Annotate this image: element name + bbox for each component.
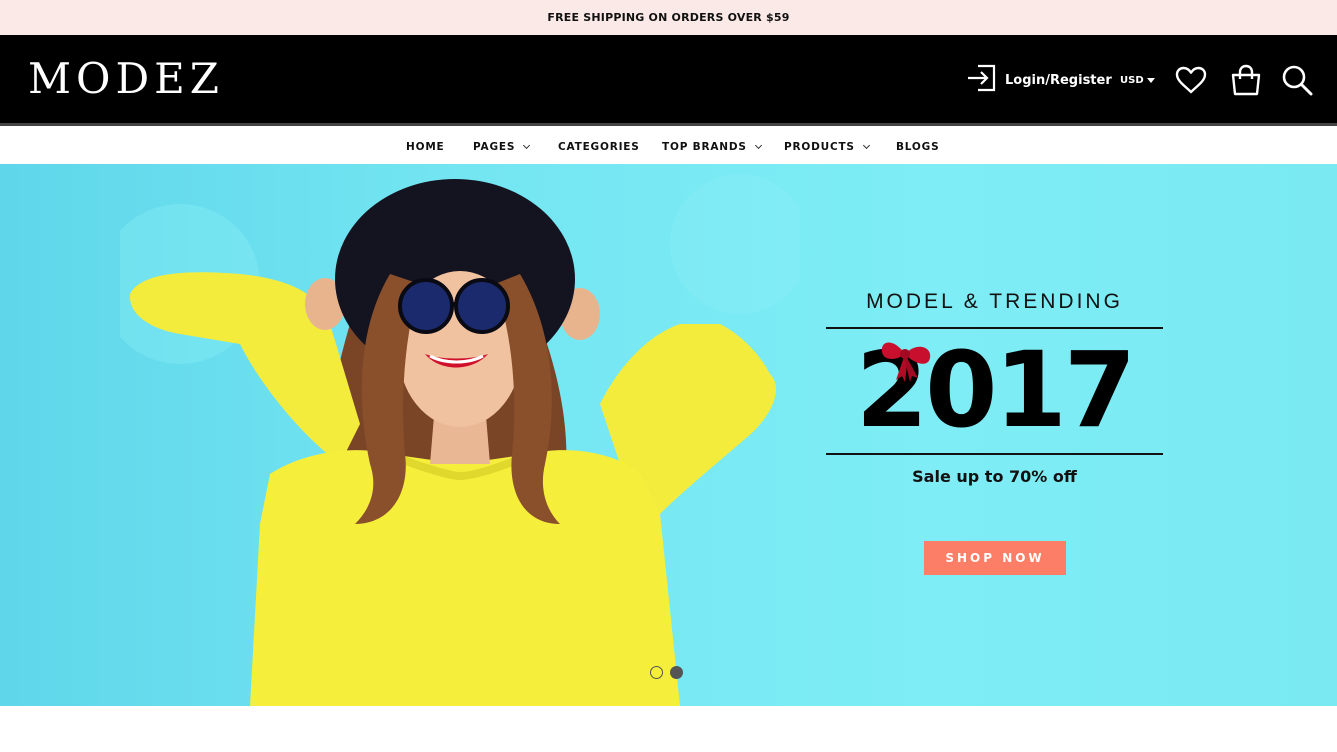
main-nav: HOME PAGES CATEGORIES TOP BRANDS PRODUCT… [0, 123, 1337, 164]
login-register-link[interactable]: Login/Register [966, 63, 1112, 98]
promo-bar: FREE SHIPPING ON ORDERS OVER $59 [0, 0, 1337, 35]
currency-selector[interactable]: USD [1120, 71, 1155, 89]
hero-sale-text: Sale up to 70% off [912, 467, 1077, 486]
login-icon [966, 63, 998, 98]
nav-label: HOME [406, 141, 445, 153]
nav-item-products[interactable]: PRODUCTS [784, 139, 870, 155]
site-header: MODEZ Login/Register USD [0, 35, 1337, 123]
heart-icon[interactable] [1174, 65, 1207, 95]
hero-divider-bottom [826, 453, 1163, 455]
shop-now-label: SHOP NOW [945, 551, 1045, 565]
promo-text: FREE SHIPPING ON ORDERS OVER $59 [547, 11, 790, 24]
nav-item-categories[interactable]: CATEGORIES [558, 139, 640, 155]
shop-now-button[interactable]: SHOP NOW [924, 541, 1066, 575]
chevron-down-icon [862, 141, 870, 149]
nav-label: CATEGORIES [558, 141, 640, 153]
nav-item-pages[interactable]: PAGES [473, 139, 531, 155]
chevron-down-icon [754, 141, 762, 149]
chevron-down-icon [523, 141, 531, 149]
slider-dot-1[interactable] [650, 666, 663, 679]
nav-label: TOP BRANDS [662, 141, 747, 153]
caret-down-icon [1146, 77, 1155, 83]
bow-icon [881, 342, 931, 382]
site-logo[interactable]: MODEZ [28, 53, 224, 105]
nav-label: PRODUCTS [784, 141, 855, 153]
hero-tagline: MODEL & TRENDING [866, 290, 1123, 313]
currency-label: USD [1120, 74, 1144, 86]
nav-item-home[interactable]: HOME [406, 139, 445, 155]
hero-slider: MODEL & TRENDING 2017 Sale up to 70% off… [0, 164, 1337, 706]
login-register-label: Login/Register [1005, 72, 1112, 88]
hero-model-image [120, 174, 800, 706]
search-icon[interactable] [1280, 63, 1313, 97]
nav-item-blogs[interactable]: BLOGS [896, 139, 939, 155]
nav-label: PAGES [473, 141, 516, 153]
slider-dot-2[interactable] [670, 666, 683, 679]
shopping-bag-icon[interactable] [1230, 63, 1262, 96]
nav-label: BLOGS [896, 141, 940, 153]
nav-item-top-brands[interactable]: TOP BRANDS [662, 139, 762, 155]
